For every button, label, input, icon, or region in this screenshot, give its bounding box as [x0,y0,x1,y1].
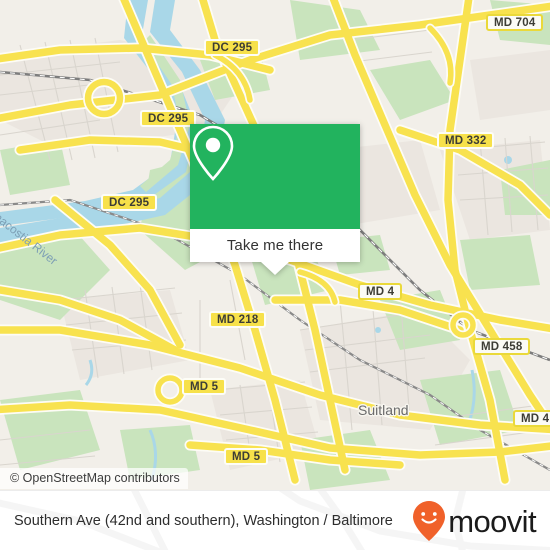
road-shield: MD 4 [358,283,403,300]
road-shield: MD 5 [182,378,227,395]
popup-action-bar[interactable]: Take me there [190,229,360,262]
take-me-there-label: Take me there [226,237,324,254]
footer-bar: Southern Ave (42nd and southern), Washin… [0,490,550,550]
osm-attribution[interactable]: © OpenStreetMap contributors [0,468,188,489]
road-shield: DC 295 [204,39,261,56]
road-shield: MD 458 [473,338,531,355]
road-shield: MD 4 [513,410,550,427]
map-pin-icon [192,125,234,181]
location-popup-card[interactable]: Take me there [190,124,360,275]
osm-attribution-text: © OpenStreetMap contributors [10,471,180,485]
map-canvas[interactable]: DC 295 DC 295 DC 295 MD 704 MD 332 MD 4 MD 218… [0,0,550,490]
moovit-logo[interactable]: moovit [412,500,550,542]
road-shield: DC 295 [140,110,197,127]
road-shield: MD 704 [486,14,544,31]
road-shield: MD 5 [224,448,269,465]
moovit-wordmark: moovit [448,503,536,539]
road-shield: MD 218 [209,311,267,328]
popup-header [190,124,360,229]
popup-pointer-tail [261,262,289,275]
place-label: Suitland [358,402,409,418]
location-title: Southern Ave (42nd and southern), Washin… [14,513,393,529]
moovit-map-share-card: DC 295 DC 295 DC 295 MD 704 MD 332 MD 4 MD 218… [0,0,550,550]
road-shield: DC 295 [101,194,158,211]
moovit-pin-smiley-icon [413,501,446,541]
road-shield: MD 332 [437,132,495,149]
